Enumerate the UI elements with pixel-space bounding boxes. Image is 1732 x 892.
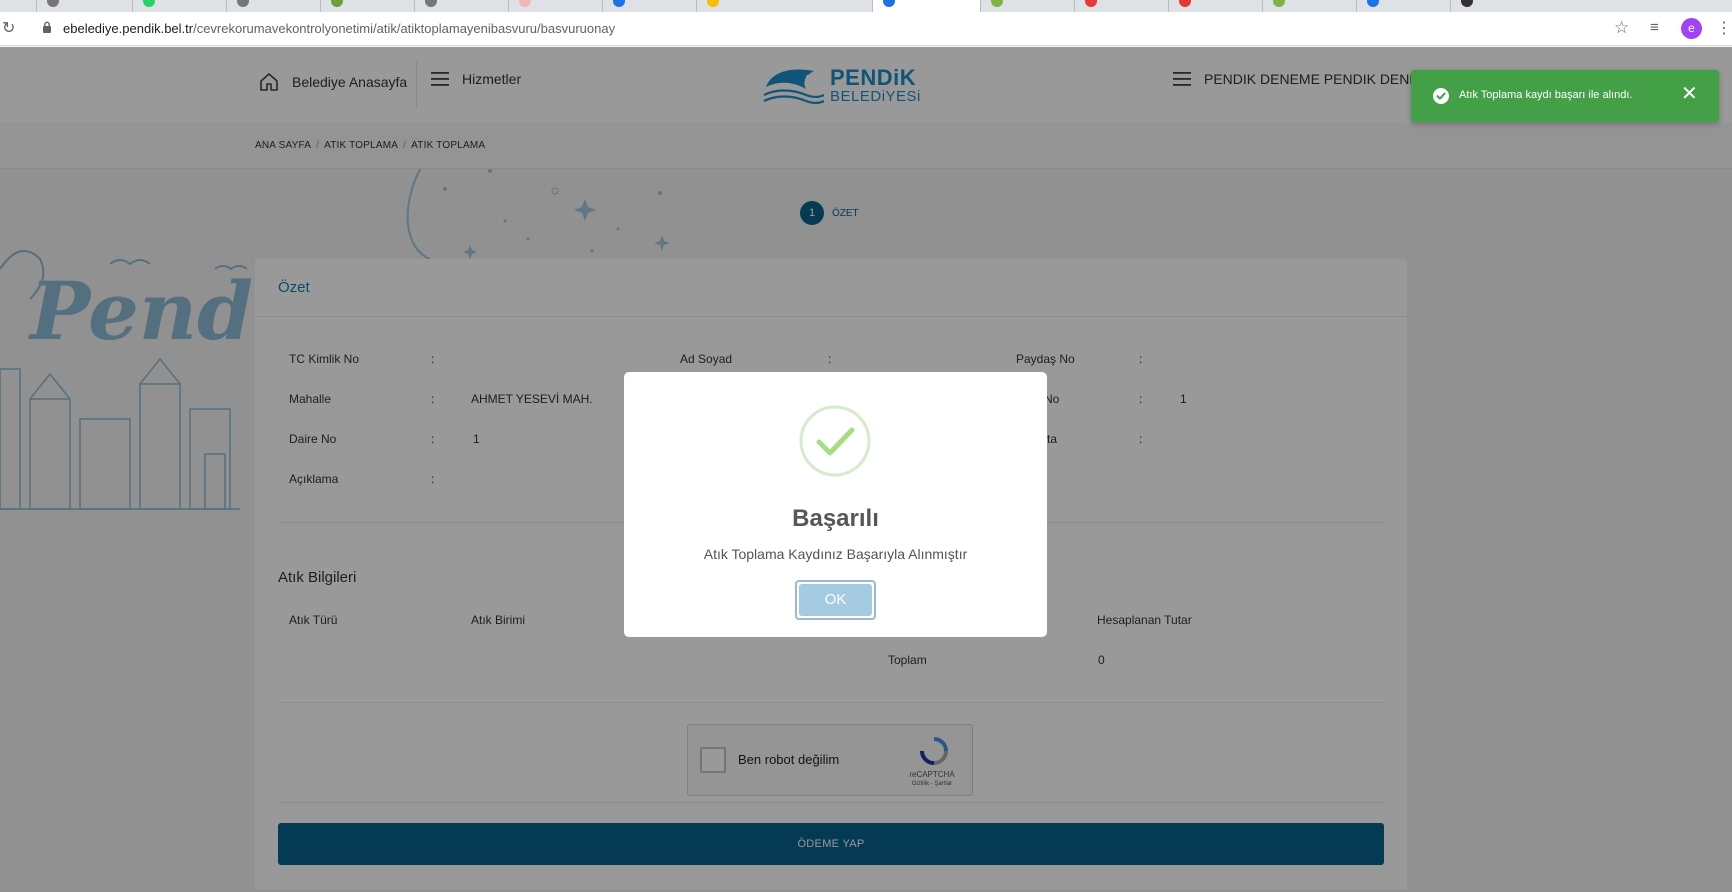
url-host: ebelediye.pendik.bel.tr xyxy=(63,21,194,36)
url-path: /cevrekorumavekontrolyonetimi/atik/atikt… xyxy=(193,21,616,36)
browser-tab-active[interactable] xyxy=(872,0,980,12)
browser-tab[interactable] xyxy=(1168,0,1262,12)
profile-avatar[interactable]: e xyxy=(1681,18,1702,39)
browser-tab-strip xyxy=(0,0,1732,12)
bookmark-star-icon[interactable]: ☆ xyxy=(1614,18,1629,38)
success-toast: Atık Toplama kaydı başarı ile alındı. ✕ xyxy=(1411,70,1719,122)
success-dialog: Başarılı Atık Toplama Kaydınız Başarıyla… xyxy=(624,372,1047,637)
lock-icon[interactable] xyxy=(42,21,52,33)
browser-tab[interactable] xyxy=(414,0,508,12)
browser-tab[interactable] xyxy=(36,0,132,12)
dialog-message: Atık Toplama Kaydınız Başarıyla Alınmışt… xyxy=(703,546,968,562)
ok-button-label: OK xyxy=(799,584,872,616)
browser-tab[interactable] xyxy=(1356,0,1450,12)
browser-tab[interactable] xyxy=(1074,0,1168,12)
browser-tab[interactable] xyxy=(602,0,696,12)
browser-tab[interactable] xyxy=(132,0,226,12)
close-icon[interactable]: ✕ xyxy=(1681,84,1698,104)
reload-icon[interactable]: ↻ xyxy=(2,18,15,38)
browser-tab[interactable] xyxy=(696,0,790,12)
dialog-title: Başarılı xyxy=(792,505,879,532)
check-circle-icon xyxy=(1433,88,1449,104)
toast-message: Atık Toplama kaydı başarı ile alındı. xyxy=(1459,89,1633,101)
browser-tab[interactable] xyxy=(508,0,602,12)
browser-tab[interactable] xyxy=(320,0,414,12)
browser-address-bar: ↻ ebelediye.pendik.bel.tr/cevrekorumavek… xyxy=(0,12,1732,46)
media-control-icon[interactable]: ≡ xyxy=(1650,19,1659,36)
success-check-icon xyxy=(799,405,871,477)
browser-menu-icon[interactable]: ⋮ xyxy=(1716,18,1732,38)
url-field[interactable]: ebelediye.pendik.bel.tr/cevrekorumavekon… xyxy=(63,21,615,36)
browser-tab[interactable] xyxy=(980,0,1074,12)
ok-button[interactable]: OK xyxy=(795,580,876,620)
browser-tab[interactable] xyxy=(1262,0,1356,12)
browser-tab[interactable] xyxy=(226,0,320,12)
browser-tab[interactable] xyxy=(1450,0,1544,12)
